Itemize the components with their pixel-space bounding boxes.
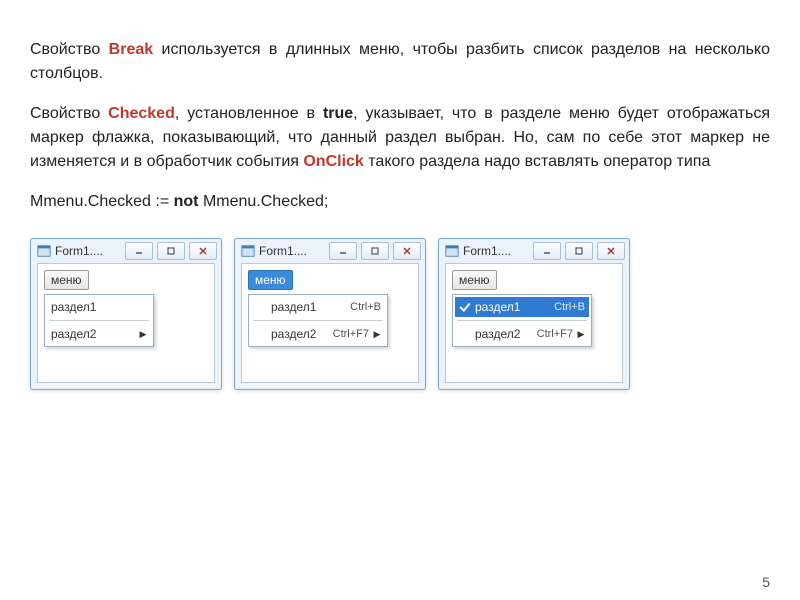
maximize-button[interactable] <box>157 242 185 260</box>
menu-button[interactable]: меню <box>248 270 293 290</box>
window-example-1: Form1.... меню раздел1 раздел2 ▶ <box>30 238 222 390</box>
menu-separator <box>49 320 149 321</box>
code-text: Mmenu.Checked; <box>199 193 329 210</box>
text: такого раздела надо вставлять оператор т… <box>364 153 711 170</box>
menu-item-shortcut: Ctrl+F7 <box>537 328 573 340</box>
menubar: меню <box>44 270 208 290</box>
menu-item-label: раздел2 <box>51 327 135 341</box>
menubar: меню <box>452 270 616 290</box>
text: , установленное в <box>175 105 323 122</box>
menu-item-r2[interactable]: раздел2 Ctrl+F7 ▶ <box>455 324 589 344</box>
code-line: Mmenu.Checked := not Mmenu.Checked; <box>30 190 770 214</box>
text: Свойство <box>30 41 109 58</box>
minimize-button[interactable] <box>533 242 561 260</box>
client-area: меню раздел1 Ctrl+B раздел2 Ctrl+F7 ▶ <box>241 263 419 383</box>
menu-separator <box>253 320 383 321</box>
submenu-arrow-icon: ▶ <box>577 329 585 340</box>
paragraph-checked: Свойство Checked, установленное в true, … <box>30 102 770 174</box>
text: Свойство <box>30 105 108 122</box>
menu-item-shortcut: Ctrl+B <box>350 301 381 313</box>
menu-dropdown: раздел1 раздел2 ▶ <box>44 294 154 347</box>
maximize-button[interactable] <box>361 242 389 260</box>
menu-dropdown: раздел1 Ctrl+B раздел2 Ctrl+F7 ▶ <box>452 294 592 347</box>
keyword-not: not <box>174 193 199 210</box>
menu-item-r2[interactable]: раздел2 ▶ <box>47 324 151 344</box>
menu-item-r1[interactable]: раздел1 <box>47 297 151 317</box>
app-icon <box>37 244 51 258</box>
client-area: меню раздел1 Ctrl+B раздел2 Ctrl+F7 <box>445 263 623 383</box>
titlebar: Form1.... <box>235 239 425 263</box>
window-title: Form1.... <box>259 244 325 258</box>
minimize-button[interactable] <box>329 242 357 260</box>
paragraph-break: Свойство Break используется в длинных ме… <box>30 38 770 86</box>
app-icon <box>445 244 459 258</box>
window-example-3: Form1.... меню раздел1 Ctrl+B <box>438 238 630 390</box>
keyword-true: true <box>323 105 353 122</box>
client-area: меню раздел1 раздел2 ▶ <box>37 263 215 383</box>
submenu-arrow-icon: ▶ <box>139 329 147 340</box>
menu-item-label: раздел1 <box>475 300 550 314</box>
menu-item-label: раздел2 <box>475 327 533 341</box>
window-title: Form1.... <box>463 244 529 258</box>
app-icon <box>241 244 255 258</box>
page-number: 5 <box>762 574 770 590</box>
menu-button[interactable]: меню <box>452 270 497 290</box>
menu-button[interactable]: меню <box>44 270 89 290</box>
titlebar: Form1.... <box>31 239 221 263</box>
examples-row: Form1.... меню раздел1 раздел2 ▶ <box>30 238 770 390</box>
menu-item-label: раздел2 <box>271 327 329 341</box>
menu-item-r1[interactable]: раздел1 Ctrl+B <box>455 297 589 317</box>
titlebar: Form1.... <box>439 239 629 263</box>
menu-item-label: раздел1 <box>271 300 346 314</box>
menu-item-r1[interactable]: раздел1 Ctrl+B <box>251 297 385 317</box>
menu-separator <box>457 320 587 321</box>
keyword-checked: Checked <box>108 105 175 122</box>
menu-dropdown: раздел1 Ctrl+B раздел2 Ctrl+F7 ▶ <box>248 294 388 347</box>
menu-item-label: раздел1 <box>51 300 147 314</box>
code-text: Mmenu.Checked := <box>30 193 174 210</box>
close-button[interactable] <box>393 242 421 260</box>
menubar: меню <box>248 270 412 290</box>
close-button[interactable] <box>597 242 625 260</box>
check-icon <box>459 301 471 313</box>
window-example-2: Form1.... меню раздел1 Ctrl+B <box>234 238 426 390</box>
keyword-onclick: OnClick <box>303 153 363 170</box>
submenu-arrow-icon: ▶ <box>373 329 381 340</box>
window-title: Form1.... <box>55 244 121 258</box>
close-button[interactable] <box>189 242 217 260</box>
menu-item-shortcut: Ctrl+F7 <box>333 328 369 340</box>
minimize-button[interactable] <box>125 242 153 260</box>
maximize-button[interactable] <box>565 242 593 260</box>
menu-item-shortcut: Ctrl+B <box>554 301 585 313</box>
menu-item-r2[interactable]: раздел2 Ctrl+F7 ▶ <box>251 324 385 344</box>
keyword-break: Break <box>109 41 153 58</box>
